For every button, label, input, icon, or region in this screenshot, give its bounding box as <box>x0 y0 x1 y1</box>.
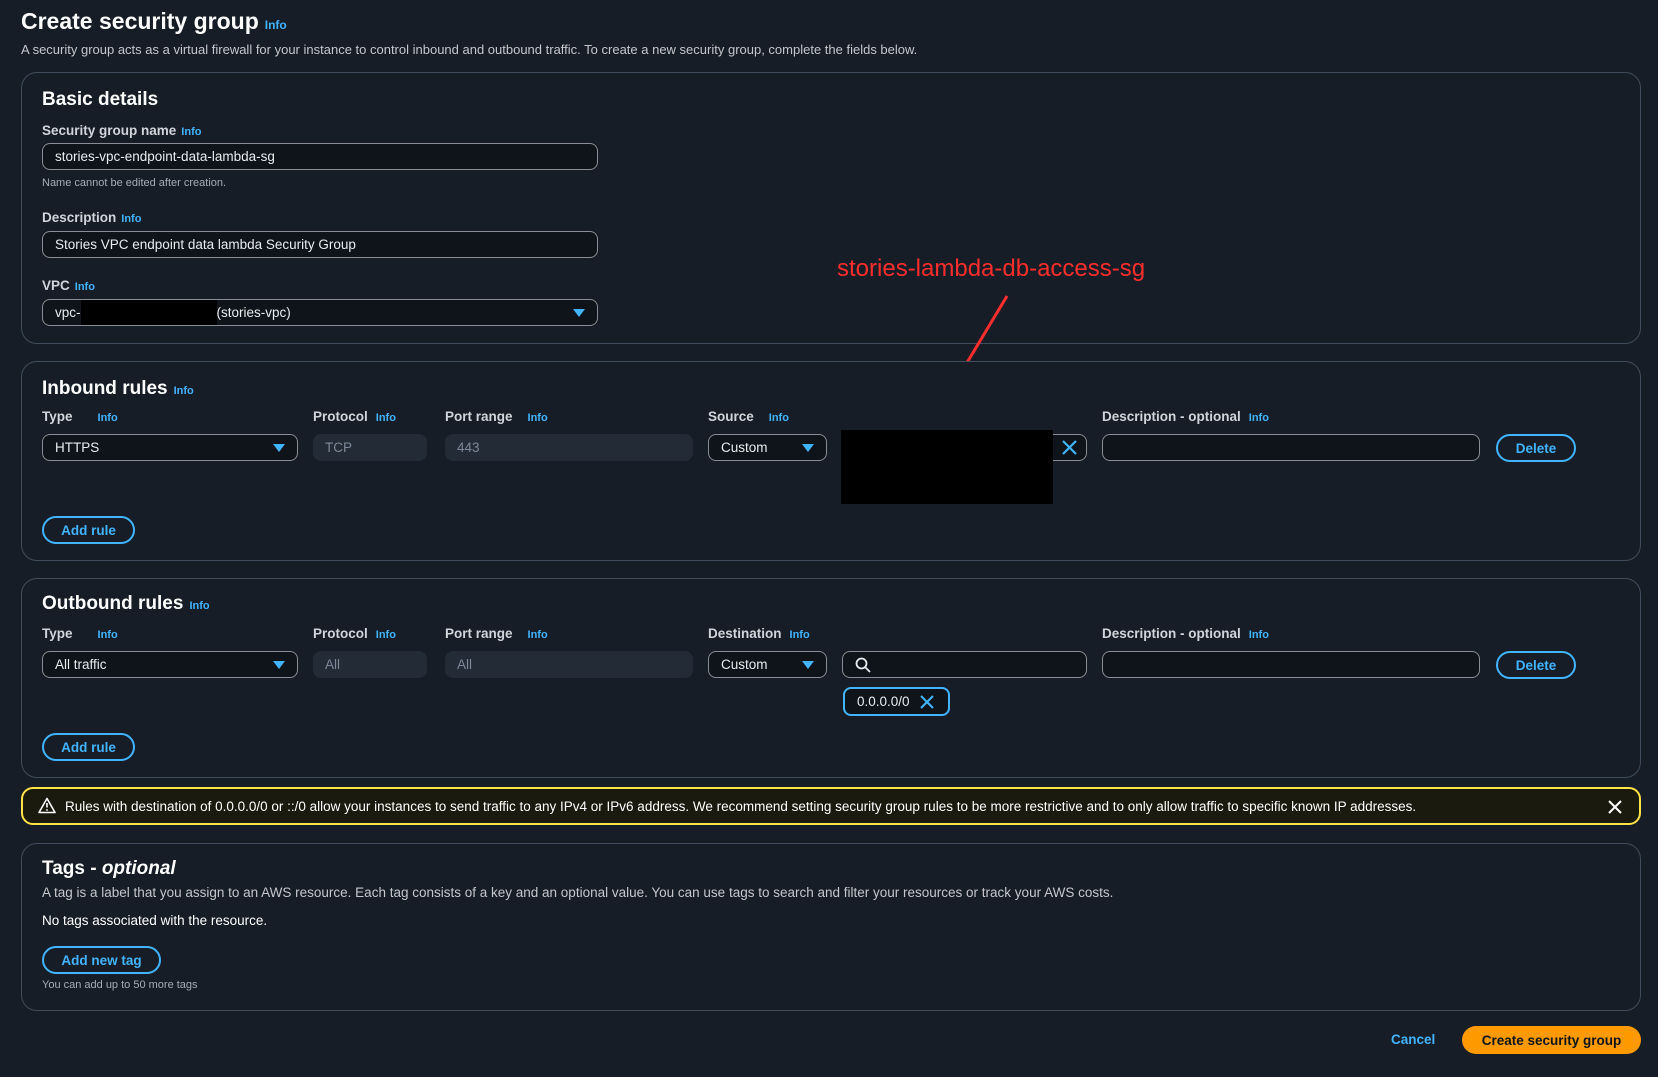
info-link[interactable]: Info <box>189 600 209 612</box>
outbound-port-label: Port range Info <box>445 626 548 641</box>
outbound-destination-search[interactable] <box>842 651 1087 678</box>
chevron-down-icon <box>802 444 814 452</box>
create-security-group-button[interactable]: Create security group <box>1462 1026 1641 1054</box>
chevron-down-icon <box>802 661 814 669</box>
page-description: A security group acts as a virtual firew… <box>21 42 918 57</box>
close-icon[interactable] <box>1607 799 1623 815</box>
inbound-type-select[interactable]: HTTPS <box>42 434 298 461</box>
info-link[interactable]: Info <box>181 126 201 138</box>
vpc-label: VPC Info <box>42 278 95 293</box>
search-icon <box>855 657 871 673</box>
inbound-description-label: Description - optional Info <box>1102 409 1269 424</box>
outbound-destination-value: Custom <box>721 657 768 672</box>
outbound-rules-card: Outbound rules Info Type Info Protocol Info… <box>21 578 1641 778</box>
info-link[interactable]: Info <box>1249 412 1269 424</box>
warning-text: Rules with destination of 0.0.0.0/0 or :… <box>65 799 1417 814</box>
outbound-type-value: All traffic <box>55 657 107 672</box>
outbound-protocol-field: All <box>313 651 427 678</box>
cidr-token: 0.0.0.0/0 <box>843 687 950 716</box>
tags-empty-state: No tags associated with the resource. <box>42 913 268 928</box>
inbound-source-select[interactable]: Custom <box>708 434 827 461</box>
warning-alert: Rules with destination of 0.0.0.0/0 or :… <box>21 787 1641 825</box>
page-title-text: Create security group <box>21 8 259 34</box>
outbound-delete-button[interactable]: Delete <box>1496 651 1576 679</box>
chevron-down-icon <box>273 444 285 452</box>
info-link[interactable]: Info <box>376 629 396 641</box>
tags-card: Tags - optional A tag is a label that yo… <box>21 843 1641 1011</box>
outbound-destination-label: Destination Info <box>708 626 810 641</box>
vpc-prefix: vpc- <box>55 305 81 320</box>
chevron-down-icon <box>273 661 285 669</box>
inbound-protocol-label: Protocol Info <box>313 409 396 424</box>
inbound-rules-title: Inbound rules Info <box>42 378 194 399</box>
inbound-protocol-field: TCP <box>313 434 427 461</box>
info-link[interactable]: Info <box>376 412 396 424</box>
warning-icon <box>38 797 56 814</box>
outbound-description-input[interactable] <box>1102 651 1480 678</box>
close-icon[interactable] <box>1061 439 1078 456</box>
security-group-name-label: Security group name Info <box>42 123 202 138</box>
tags-hint: You can add up to 50 more tags <box>42 979 198 991</box>
info-link[interactable]: Info <box>528 412 548 424</box>
add-new-tag-button[interactable]: Add new tag <box>42 946 161 974</box>
info-link[interactable]: Info <box>75 281 95 293</box>
tags-title: Tags - optional <box>42 858 176 879</box>
outbound-protocol-label: Protocol Info <box>313 626 396 641</box>
vpc-select[interactable]: vpc- (stories-vpc) <box>42 299 598 326</box>
security-group-name-input[interactable]: stories-vpc-endpoint-data-lambda-sg <box>42 143 598 170</box>
close-icon[interactable] <box>919 694 934 709</box>
inbound-port-field: 443 <box>445 434 693 461</box>
inbound-rules-card: Inbound rules Info Type Info Protocol Info … <box>21 361 1641 561</box>
redacted-vpc-id <box>80 300 217 325</box>
cancel-button[interactable]: Cancel <box>1391 1032 1435 1047</box>
name-hint: Name cannot be edited after creation. <box>42 177 227 189</box>
inbound-type-value: HTTPS <box>55 440 100 455</box>
info-link[interactable]: Info <box>769 412 789 424</box>
info-link[interactable]: Info <box>1249 629 1269 641</box>
outbound-port-field: All <box>445 651 693 678</box>
info-link[interactable]: Info <box>98 412 118 424</box>
cidr-token-label: 0.0.0.0/0 <box>857 694 910 709</box>
inbound-description-input[interactable] <box>1102 434 1480 461</box>
outbound-type-select[interactable]: All traffic <box>42 651 298 678</box>
tags-description: A tag is a label that you assign to an A… <box>42 885 1114 900</box>
inbound-source-label: Source Info <box>708 409 789 424</box>
page-title: Create security group Info <box>21 8 287 35</box>
outbound-destination-select[interactable]: Custom <box>708 651 827 678</box>
info-link[interactable]: Info <box>121 213 141 225</box>
description-label: Description Info <box>42 210 142 225</box>
info-link[interactable]: Info <box>265 18 287 32</box>
annotation-label: stories-lambda-db-access-sg <box>837 255 1146 282</box>
info-link[interactable]: Info <box>528 629 548 641</box>
info-link[interactable]: Info <box>174 385 194 397</box>
description-input[interactable]: Stories VPC endpoint data lambda Securit… <box>42 231 598 258</box>
info-link[interactable]: Info <box>98 629 118 641</box>
inbound-type-label: Type Info <box>42 409 118 424</box>
inbound-source-value: Custom <box>721 440 768 455</box>
outbound-rules-title: Outbound rules Info <box>42 593 210 614</box>
basic-details-title: Basic details <box>42 89 159 110</box>
info-link[interactable]: Info <box>790 629 810 641</box>
basic-details-card: Basic details Security group name Info st… <box>21 72 1641 344</box>
vpc-name: (stories-vpc) <box>216 305 291 320</box>
redacted-source-value <box>841 430 1053 504</box>
chevron-down-icon <box>573 309 585 317</box>
outbound-type-label: Type Info <box>42 626 118 641</box>
inbound-port-label: Port range Info <box>445 409 548 424</box>
inbound-delete-button[interactable]: Delete <box>1496 434 1576 462</box>
inbound-add-rule-button[interactable]: Add rule <box>42 516 135 544</box>
outbound-description-label: Description - optional Info <box>1102 626 1269 641</box>
outbound-add-rule-button[interactable]: Add rule <box>42 733 135 761</box>
